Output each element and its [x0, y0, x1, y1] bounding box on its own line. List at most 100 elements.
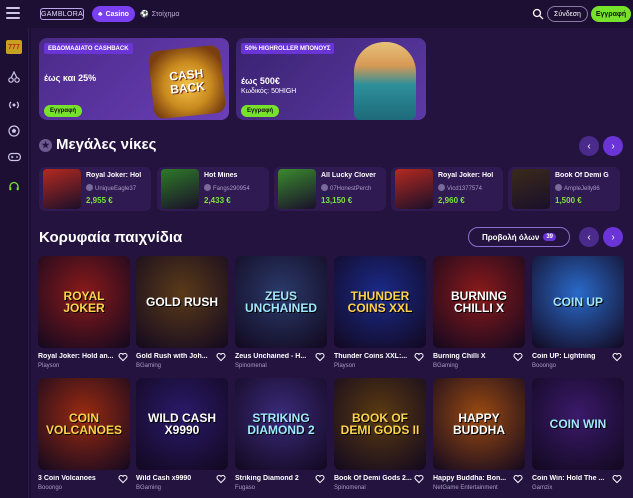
game-art-title: WILD CASH X9990	[148, 411, 216, 437]
game-provider: Fugaso	[235, 485, 256, 491]
tab-casino[interactable]: ♣ Casino	[92, 6, 135, 22]
favorite-heart-icon[interactable]	[315, 474, 325, 484]
big-win-card[interactable]: Book Of Demi G AmpleJelly86 1,500 €	[508, 167, 620, 211]
promo-register-button[interactable]: Εγγραφή	[241, 105, 280, 117]
gamepad-icon[interactable]	[7, 150, 21, 164]
favorite-heart-icon[interactable]	[216, 352, 226, 362]
user-avatar-icon	[438, 184, 445, 191]
promo-banner-cashback[interactable]: ΕΒΔΟΜΑΔΙΑΤΟ CASHBACK έως και 25% Εγγραφή…	[39, 38, 229, 120]
game-thumbnail[interactable]: ZEUS UNCHAINED	[235, 256, 327, 348]
game-card[interactable]: HAPPY BUDDHA Happy Buddha: Bon... NetGame …	[433, 378, 525, 491]
game-thumbnail[interactable]: STRIKING DIAMOND 2	[235, 378, 327, 470]
game-card[interactable]: GOLD RUSH Gold Rush with Joh... BGaming	[136, 256, 228, 369]
favorite-heart-icon[interactable]	[118, 352, 128, 362]
cashback-chest-illustration: CASH BACK	[147, 44, 227, 120]
favorite-heart-icon[interactable]	[612, 474, 622, 484]
top-bar: GAMBLORA ♣ Casino ⚽ Στοίχημα Σύνδεση Εγγρα…	[0, 0, 633, 28]
game-provider: NetGame Entertainment	[433, 485, 498, 491]
big-wins-label: Μεγάλες νίκες	[56, 136, 157, 153]
game-name: Wild Cash x9990	[136, 475, 192, 482]
big-win-card[interactable]: Hot Mines Fangs290954 2,433 €	[157, 167, 269, 211]
top-games-prev-button[interactable]: ‹	[579, 227, 599, 247]
game-thumbnail[interactable]: GOLD RUSH	[136, 256, 228, 348]
game-card[interactable]: BOOK OF DEMI GODS II Book Of Demi Gods 2.…	[334, 378, 426, 491]
slots-icon[interactable]: 777	[6, 40, 22, 54]
big-win-card[interactable]: All Lucky Clover 07HonestPerch 13,150 €	[274, 167, 386, 211]
big-win-card[interactable]: Royal Joker: Hol Vicd1377574 2,960 €	[391, 167, 503, 211]
game-thumbnail[interactable]: COIN UP	[532, 256, 624, 348]
win-game-name: Royal Joker: Hol	[86, 172, 142, 179]
games-count-badge: 39	[543, 233, 557, 241]
top-games-next-button[interactable]: ›	[603, 227, 623, 247]
win-game-name: Hot Mines	[204, 172, 238, 179]
promo-code: Κωδικός: 50HIGH	[241, 88, 297, 95]
big-wins-prev-button[interactable]: ‹	[579, 136, 599, 156]
win-username-label: Fangs290954	[213, 186, 250, 192]
game-card[interactable]: WILD CASH X9990 Wild Cash x9990 BGaming	[136, 378, 228, 491]
game-card[interactable]: BURNING CHILLI X Burning Chilli X BGaming	[433, 256, 525, 369]
game-name: Coin Win: Hold The ...	[532, 475, 605, 482]
game-name: Zeus Unchained - H...	[235, 353, 307, 360]
user-avatar-icon	[321, 184, 328, 191]
win-game-name: Book Of Demi G	[555, 172, 609, 179]
user-avatar-icon	[555, 184, 562, 191]
game-thumbnail[interactable]: BOOK OF DEMI GODS II	[334, 378, 426, 470]
game-thumbnail[interactable]: HAPPY BUDDHA	[433, 378, 525, 470]
game-art-title: ZEUS UNCHAINED	[245, 289, 317, 315]
game-name: Happy Buddha: Bon...	[433, 475, 507, 482]
game-thumbnail	[43, 169, 81, 209]
game-art-title: GOLD RUSH	[146, 295, 218, 309]
casino-icon: ♣	[98, 10, 103, 18]
promo-register-button[interactable]: Εγγραφή	[44, 105, 83, 117]
favorite-heart-icon[interactable]	[315, 352, 325, 362]
main-content: ΕΒΔΟΜΑΔΙΑΤΟ CASHBACK έως και 25% Εγγραφή…	[31, 28, 633, 498]
game-card[interactable]: THUNDER COINS XXL Thunder Coins XXL:... Pl…	[334, 256, 426, 369]
game-thumbnail[interactable]: ROYAL JOKER	[38, 256, 130, 348]
game-provider: Booongo	[38, 485, 63, 491]
game-art-title: COIN WIN	[549, 417, 607, 431]
favorite-heart-icon[interactable]	[513, 352, 523, 362]
favorite-heart-icon[interactable]	[118, 474, 128, 484]
search-icon[interactable]	[532, 8, 544, 20]
favorite-heart-icon[interactable]	[216, 474, 226, 484]
tab-sports-betting[interactable]: ⚽ Στοίχημα	[134, 6, 185, 22]
win-username-label: Vicd1377574	[447, 186, 482, 192]
win-username-label: 07HonestPerch	[330, 186, 372, 192]
game-card[interactable]: COIN VOLCANOES 3 Coin Volcanoes Booongo	[38, 378, 130, 491]
favorite-heart-icon[interactable]	[612, 352, 622, 362]
game-card[interactable]: COIN WIN Coin Win: Hold The ... Gamzix	[532, 378, 624, 491]
football-icon[interactable]	[7, 124, 21, 138]
game-name: Burning Chilli X	[433, 353, 486, 360]
game-name: Gold Rush with Joh...	[136, 353, 208, 360]
user-avatar-icon	[86, 184, 93, 191]
win-username: 07HonestPerch	[321, 184, 383, 192]
game-card[interactable]: STRIKING DIAMOND 2 Striking Diamond 2 Fuga…	[235, 378, 327, 491]
favorite-heart-icon[interactable]	[414, 352, 424, 362]
win-amount: 1,500 €	[555, 196, 582, 205]
game-art-title: BOOK OF DEMI GODS II	[340, 411, 420, 437]
support-headset-icon[interactable]	[7, 180, 21, 194]
game-thumbnail[interactable]: COIN WIN	[532, 378, 624, 470]
cherries-icon[interactable]	[7, 70, 21, 84]
game-card[interactable]: ROYAL JOKER Royal Joker: Hold an... Playso…	[38, 256, 130, 369]
game-thumbnail[interactable]: BURNING CHILLI X	[433, 256, 525, 348]
win-game-name: Royal Joker: Hol	[438, 172, 494, 179]
promo-banner-highroller[interactable]: 50% HIGHROLLER ΜΠΟΝΟΥΣ έως 500€ Κωδικός:…	[236, 38, 426, 120]
favorite-heart-icon[interactable]	[513, 474, 523, 484]
game-card[interactable]: ZEUS UNCHAINED Zeus Unchained - H... Spino…	[235, 256, 327, 369]
favorite-heart-icon[interactable]	[414, 474, 424, 484]
login-button[interactable]: Σύνδεση	[547, 6, 588, 22]
game-card[interactable]: COIN UP Coin UP: Lightning Booongo	[532, 256, 624, 369]
register-button[interactable]: Εγγραφή	[591, 6, 631, 22]
view-all-button[interactable]: Προβολή όλων 39	[468, 227, 570, 247]
game-thumbnail[interactable]: THUNDER COINS XXL	[334, 256, 426, 348]
live-broadcast-icon[interactable]	[7, 98, 21, 112]
logo[interactable]: GAMBLORA	[40, 8, 84, 20]
win-username: UniqueEagle37	[86, 184, 148, 192]
big-win-card[interactable]: Royal Joker: Hol UniqueEagle37 2,955 €	[39, 167, 151, 211]
big-wins-next-button[interactable]: ›	[603, 136, 623, 156]
game-thumbnail[interactable]: COIN VOLCANOES	[38, 378, 130, 470]
game-art-title: BURNING CHILLI X	[451, 289, 507, 315]
menu-icon[interactable]	[6, 7, 20, 19]
game-thumbnail[interactable]: WILD CASH X9990	[136, 378, 228, 470]
